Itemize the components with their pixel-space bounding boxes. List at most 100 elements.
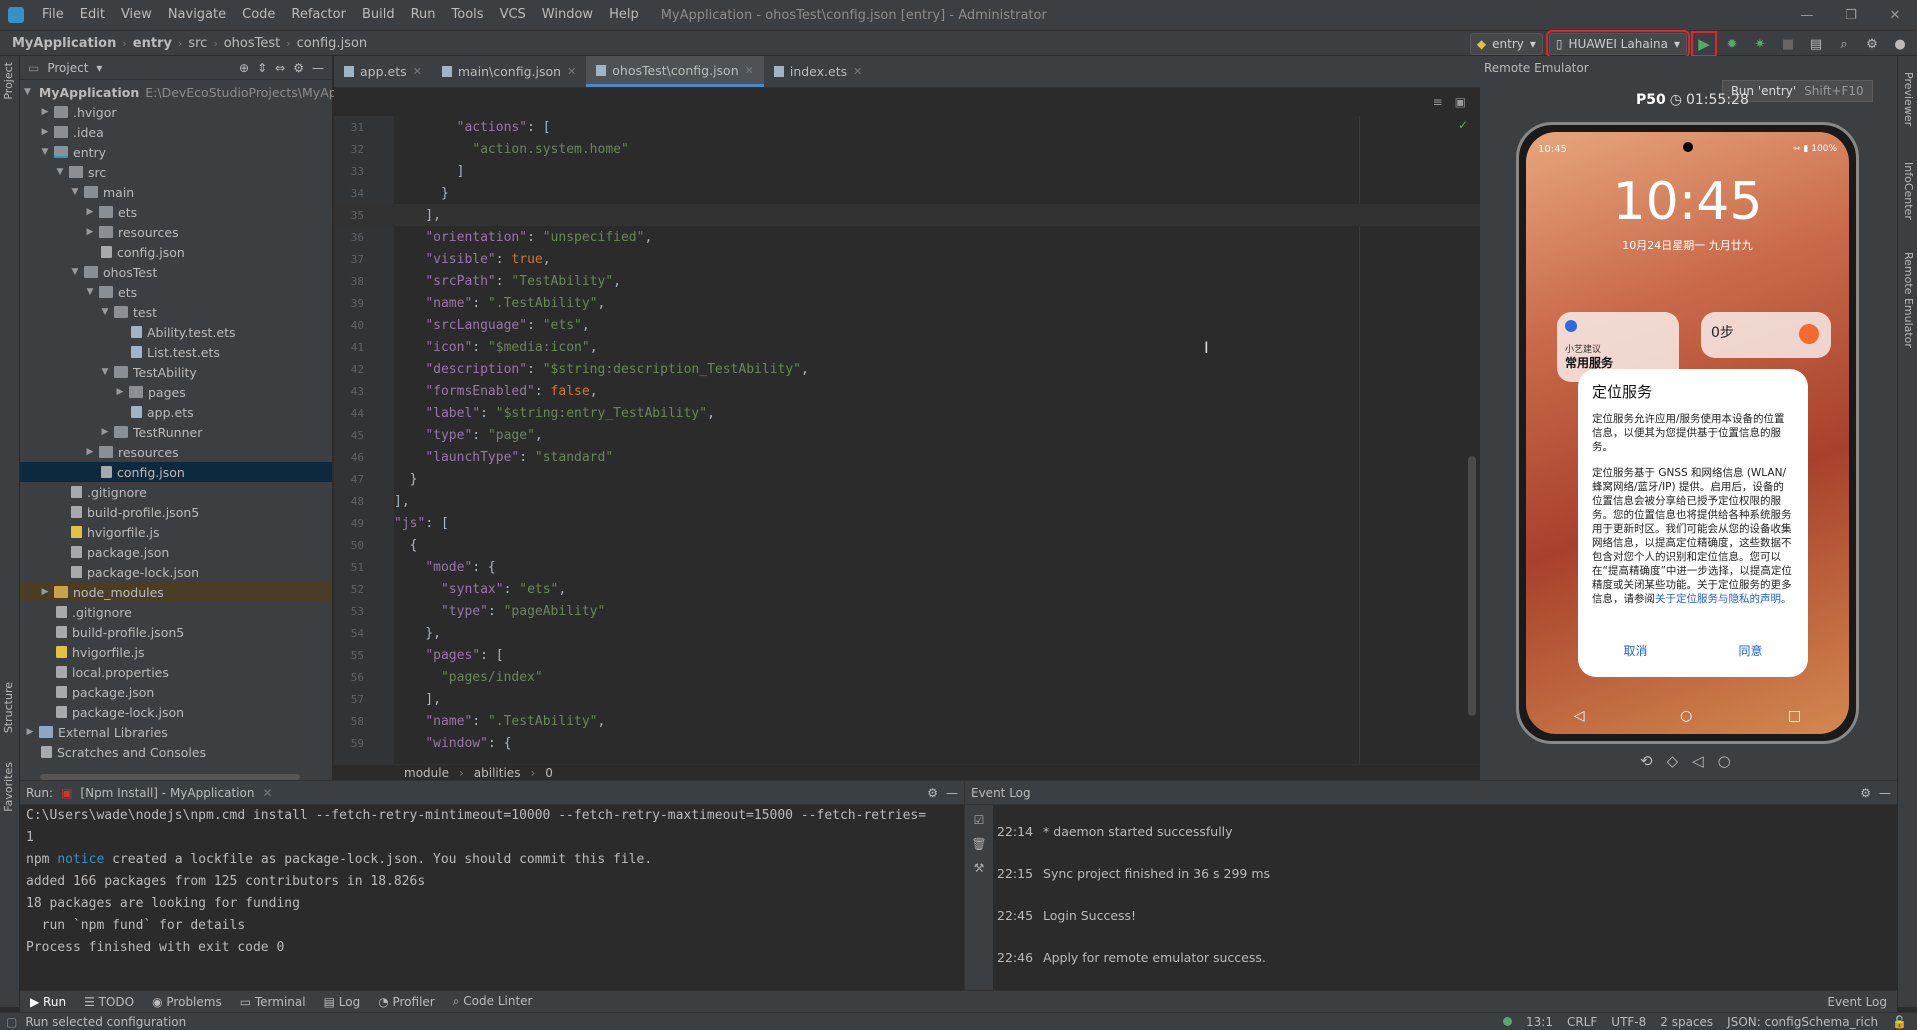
expand-arrow-icon[interactable]: ▶ [24, 727, 36, 737]
hide-panel-icon[interactable]: — [946, 786, 958, 800]
code-line[interactable]: 49 "js": [ [334, 512, 1480, 534]
wrench-icon[interactable]: ⚒ [974, 861, 985, 875]
event-log-tab[interactable]: Event Log [1827, 995, 1887, 1009]
bottom-tab-problems[interactable]: ◉ Problems [152, 995, 222, 1009]
expand-arrow-icon[interactable]: ▼ [69, 267, 81, 277]
tree-node[interactable]: ▼ src [20, 162, 332, 182]
close-icon[interactable]: ✕ [567, 65, 576, 78]
tree-node[interactable]: ▶ .hvigor [20, 102, 332, 122]
tree-node[interactable]: ▼ test [20, 302, 332, 322]
tool-window-project[interactable]: Project [2, 56, 15, 106]
code-line[interactable]: 35 ], [334, 204, 1480, 226]
tree-node[interactable]: config.json [20, 242, 332, 262]
gear-icon[interactable]: ⚙ [293, 61, 304, 75]
hide-panel-icon[interactable]: — [312, 61, 324, 75]
tree-node[interactable]: app.ets [20, 402, 332, 422]
tree-node[interactable]: ▶ pages [20, 382, 332, 402]
chevron-down-icon[interactable]: ▾ [96, 61, 102, 75]
close-icon[interactable]: ✕ [413, 65, 422, 78]
tree-node[interactable]: ▶ resources [20, 222, 332, 242]
editor-tab[interactable]: main\config.json ✕ [432, 56, 586, 87]
menu-item-build[interactable]: Build [354, 0, 403, 30]
tree-node[interactable]: .gitignore [20, 482, 332, 502]
json-path-crumb[interactable]: module [404, 766, 449, 780]
run-button[interactable]: ▶ [1691, 31, 1717, 57]
code-line[interactable]: 37 "visible": true, [334, 248, 1480, 270]
expand-arrow-icon[interactable]: ▼ [69, 187, 81, 197]
code-area[interactable]: 31 "actions": [32 "action.system.home" 33… [334, 116, 1480, 764]
code-line[interactable]: 45 "type": "page", [334, 424, 1480, 446]
run-tab-npm-install[interactable]: [Npm Install] - MyApplication [80, 786, 254, 800]
code-line[interactable]: 58 "name": ".TestAbility", [334, 710, 1480, 732]
tree-node[interactable]: ▶ node_modules [20, 582, 332, 602]
tree-node[interactable]: ▼ main [20, 182, 332, 202]
close-icon[interactable]: ✕ [1873, 0, 1917, 30]
close-icon[interactable]: ✕ [853, 65, 862, 78]
stop-icon[interactable]: ■ [1777, 33, 1799, 55]
menu-item-vcs[interactable]: VCS [492, 0, 534, 30]
code-line[interactable]: 59 "window": { [334, 732, 1480, 754]
run-config-selector[interactable]: ◆ entry ▾ [1469, 33, 1543, 55]
code-line[interactable]: 54 }, [334, 622, 1480, 644]
tree-node[interactable]: package-lock.json [20, 562, 332, 582]
bottom-tab-profiler[interactable]: ◔ Profiler [378, 995, 435, 1009]
search-icon[interactable]: ⌕ [1833, 33, 1855, 55]
tool-window-favorites[interactable]: Favorites [2, 756, 15, 818]
expand-arrow-icon[interactable]: ▼ [54, 167, 66, 177]
menu-item-run[interactable]: Run [403, 0, 444, 30]
tree-node[interactable]: package-lock.json [20, 702, 332, 722]
editor-tab[interactable]: ohosTest\config.json ✕ [586, 56, 764, 87]
locate-icon[interactable]: ⊕ [239, 61, 249, 75]
editor-tab[interactable]: app.ets ✕ [334, 56, 432, 87]
breadcrumb-item[interactable]: config.json [293, 36, 372, 51]
code-line[interactable]: 43 "formsEnabled": false, [334, 380, 1480, 402]
line-separator[interactable]: CRLF [1567, 1015, 1597, 1029]
code-line[interactable]: 44 "label": "$string:entry_TestAbility", [334, 402, 1480, 424]
json-schema[interactable]: JSON: configSchema_rich [1727, 1015, 1878, 1029]
close-icon[interactable]: ✕ [745, 64, 754, 77]
expand-arrow-icon[interactable]: ▶ [84, 207, 96, 217]
tree-node[interactable]: ▼ entry [20, 142, 332, 162]
reader-mode-icon[interactable]: ≡ [1433, 95, 1443, 109]
tree-node[interactable]: .gitignore [20, 602, 332, 622]
tree-node[interactable]: package.json [20, 542, 332, 562]
breadcrumb-item[interactable]: ohosTest [220, 36, 285, 51]
gear-icon[interactable]: ⚙ [1860, 786, 1871, 800]
home-icon[interactable]: ○ [1718, 752, 1731, 770]
tree-node[interactable]: hvigorfile.js [20, 522, 332, 542]
menu-item-window[interactable]: Window [534, 0, 601, 30]
code-line[interactable]: 57 ], [334, 688, 1480, 710]
tree-node[interactable]: Ability.test.ets [20, 322, 332, 342]
code-line[interactable]: 55 "pages": [ [334, 644, 1480, 666]
expand-arrow-icon[interactable]: ▶ [114, 387, 126, 397]
menu-item-view[interactable]: View [113, 0, 160, 30]
project-view-selector[interactable]: Project [47, 61, 88, 75]
expand-arrow-icon[interactable]: ▶ [84, 447, 96, 457]
tree-node[interactable]: ▶ .idea [20, 122, 332, 142]
menu-item-code[interactable]: Code [234, 0, 283, 30]
restore-icon[interactable]: ❐ [1829, 0, 1873, 30]
code-line[interactable]: 41 "icon": "$media:icon", [334, 336, 1480, 358]
expand-arrow-icon[interactable]: ▶ [84, 227, 96, 237]
back-icon[interactable]: ◁ [1692, 752, 1704, 770]
expand-arrow-icon[interactable]: ▼ [39, 147, 51, 157]
code-line[interactable]: 34 } [334, 182, 1480, 204]
debug-icon[interactable]: ✹ [1721, 33, 1743, 55]
menu-item-refactor[interactable]: Refactor [283, 0, 354, 30]
close-icon[interactable]: ✕ [262, 786, 272, 800]
privacy-statement-link[interactable]: 关于定位服务与隐私的声明。 [1655, 593, 1792, 605]
menu-item-help[interactable]: Help [601, 0, 647, 30]
menu-item-file[interactable]: File [34, 0, 72, 30]
menu-item-tools[interactable]: Tools [444, 0, 492, 30]
menu-item-navigate[interactable]: Navigate [160, 0, 234, 30]
caret-position[interactable]: 13:1 [1526, 1015, 1553, 1029]
tree-node[interactable]: ▼ MyApplication E:\DevEcoStudioProjects\My… [20, 82, 337, 102]
tree-node[interactable]: Scratches and Consoles [20, 742, 332, 762]
tree-node[interactable]: ▶ ets [20, 202, 332, 222]
code-line[interactable]: 50 { [334, 534, 1480, 556]
code-line[interactable]: 32 "action.system.home" [334, 138, 1480, 160]
status-panel-icon[interactable]: ▢ [0, 1015, 17, 1029]
tree-node[interactable]: ▶ resources [20, 442, 332, 462]
expand-arrow-icon[interactable]: ▼ [24, 87, 31, 97]
expand-all-icon[interactable]: ⇕ [257, 61, 267, 75]
